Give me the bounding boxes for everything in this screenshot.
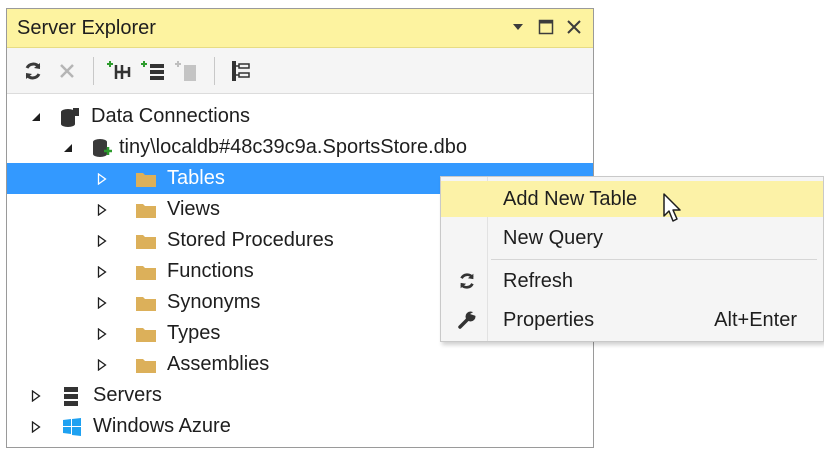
wrench-icon xyxy=(455,308,479,332)
tree-item-assemblies[interactable]: Assemblies xyxy=(7,349,593,380)
menu-item-refresh[interactable]: Refresh xyxy=(441,263,823,299)
folder-icon xyxy=(135,292,157,314)
windows-azure-icon xyxy=(61,416,83,438)
folder-icon xyxy=(135,323,157,345)
expand-arrow-icon[interactable] xyxy=(95,296,109,310)
toolbar-divider xyxy=(214,56,215,85)
menu-separator xyxy=(491,259,817,260)
collapse-arrow-icon[interactable] xyxy=(61,141,75,155)
collapse-arrow-icon[interactable] xyxy=(29,110,43,124)
expand-arrow-icon[interactable] xyxy=(95,327,109,341)
connect-to-server-icon[interactable] xyxy=(140,57,168,85)
database-connection-icon xyxy=(91,137,113,159)
tree-item-data-connections[interactable]: Data Connections xyxy=(7,101,593,132)
toolbar-divider xyxy=(93,56,94,85)
menu-item-add-new-table[interactable]: Add New Table xyxy=(441,181,823,217)
expand-arrow-icon[interactable] xyxy=(95,203,109,217)
close-icon[interactable] xyxy=(565,17,583,37)
toolbar xyxy=(7,48,593,94)
refresh-icon xyxy=(455,269,479,293)
servers-icon xyxy=(61,385,83,407)
menu-item-new-query[interactable]: New Query xyxy=(441,220,823,256)
folder-icon xyxy=(135,261,157,283)
folder-icon xyxy=(135,168,157,190)
menu-item-properties[interactable]: Properties Alt+Enter xyxy=(441,302,823,338)
folder-icon xyxy=(135,354,157,376)
panel-title: Server Explorer xyxy=(17,16,156,39)
expand-arrow-icon[interactable] xyxy=(95,358,109,372)
maximize-icon[interactable] xyxy=(537,17,555,37)
expand-arrow-icon[interactable] xyxy=(29,389,43,403)
expand-arrow-icon[interactable] xyxy=(95,265,109,279)
refresh-icon[interactable] xyxy=(19,57,47,85)
connect-to-database-icon[interactable] xyxy=(106,57,134,85)
folder-icon xyxy=(135,230,157,252)
connect-to-sharepoint-icon[interactable] xyxy=(174,57,202,85)
folder-icon xyxy=(135,199,157,221)
context-menu: Add New Table New Query Refresh Properti… xyxy=(440,176,824,342)
properties-icon[interactable] xyxy=(227,57,255,85)
tree-item-windows-azure[interactable]: Windows Azure xyxy=(7,411,593,442)
expand-arrow-icon[interactable] xyxy=(29,420,43,434)
tree-item-connection[interactable]: tiny\localdb#48c39c9a.SportsStore.dbo xyxy=(7,132,593,163)
title-bar[interactable]: Server Explorer xyxy=(7,9,593,48)
tree-item-servers[interactable]: Servers xyxy=(7,380,593,411)
dropdown-arrow-icon[interactable] xyxy=(509,17,527,37)
expand-arrow-icon[interactable] xyxy=(95,234,109,248)
expand-arrow-icon[interactable] xyxy=(95,172,109,186)
stop-icon[interactable] xyxy=(53,57,81,85)
data-connections-icon xyxy=(59,106,81,128)
mouse-cursor-icon xyxy=(662,192,684,229)
